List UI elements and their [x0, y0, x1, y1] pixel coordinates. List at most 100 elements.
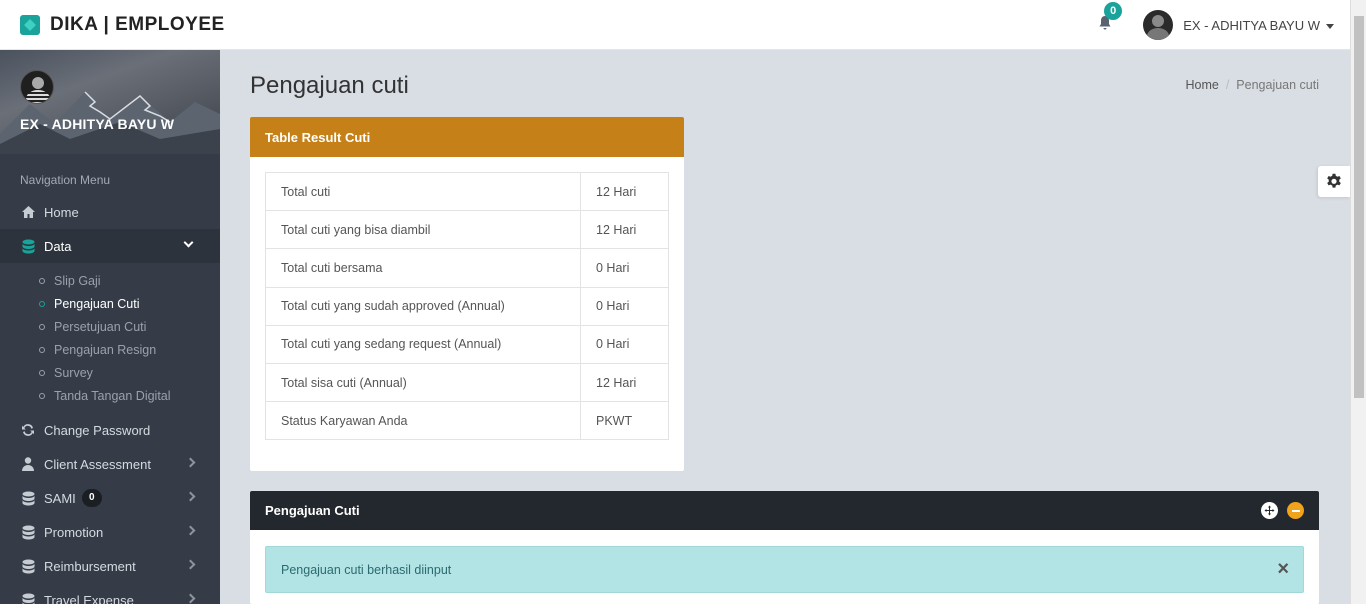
submenu-item-survey[interactable]: Survey — [0, 361, 220, 384]
submenu-label: Tanda Tangan Digital — [54, 388, 171, 403]
sidebar-item-change-password[interactable]: Change Password — [0, 413, 220, 447]
sidebar-item-home[interactable]: Home — [0, 195, 220, 229]
gear-icon — [1327, 173, 1341, 188]
row-label: Total sisa cuti (Annual) — [265, 362, 581, 403]
table-row: Total cuti bersama 0 Hari — [265, 248, 669, 288]
submenu-item-pengajuan-resign[interactable]: Pengajuan Resign — [0, 338, 220, 361]
row-label: Status Karyawan Anda — [265, 401, 581, 441]
database-icon — [20, 238, 36, 254]
header-right: 0 EX - ADHITYA BAYU W — [1097, 0, 1334, 50]
collapse-button[interactable] — [1287, 502, 1304, 519]
row-value: PKWT — [580, 401, 669, 441]
sidebar-item-data[interactable]: Data — [0, 229, 220, 263]
page-scrollbar[interactable] — [1350, 0, 1366, 604]
user-name: EX - ADHITYA BAYU W — [1183, 17, 1320, 33]
table-row: Total cuti yang sedang request (Annual) 0… — [265, 324, 669, 364]
sidebar-item-label: Reimbursement — [44, 558, 136, 574]
close-icon[interactable]: × — [1277, 559, 1289, 579]
database-icon — [20, 490, 36, 506]
pengajuan-cuti-card: Pengajuan Cuti Pengajuan cuti berhasil d… — [250, 491, 1319, 604]
profile-panel: EX - ADHITYA BAYU W — [0, 50, 220, 154]
submenu-label: Survey — [54, 365, 93, 380]
alert-message: Pengajuan cuti berhasil diinput — [281, 562, 452, 577]
row-label: Total cuti yang bisa diambil — [265, 210, 581, 250]
breadcrumb-current: Pengajuan cuti — [1236, 78, 1319, 92]
submenu-label: Pengajuan Resign — [54, 342, 157, 357]
table-row: Total sisa cuti (Annual) 12 Hari — [265, 362, 669, 403]
settings-button[interactable] — [1318, 166, 1350, 197]
home-icon — [20, 204, 36, 220]
sidebar-item-sami[interactable]: SAMI 0 — [0, 481, 220, 515]
chevron-down-icon — [183, 237, 194, 248]
chevron-right-icon — [185, 525, 196, 536]
profile-name: EX - ADHITYA BAYU W — [20, 116, 175, 132]
table-row: Total cuti 12 Hari — [265, 171, 669, 212]
user-avatar[interactable] — [1143, 10, 1174, 40]
chevron-right-icon — [185, 491, 196, 502]
sidebar-item-label: Promotion — [44, 524, 104, 540]
circle-icon — [39, 300, 45, 307]
database-icon — [20, 524, 36, 540]
refresh-icon — [20, 422, 36, 438]
row-label: Total cuti — [265, 171, 581, 212]
sidebar-item-label: Home — [44, 204, 79, 220]
chevron-right-icon — [185, 593, 196, 604]
sidebar-item-travel-expense[interactable]: Travel Expense — [0, 583, 220, 604]
sidebar-item-client-assessment[interactable]: Client Assessment — [0, 447, 220, 481]
sidebar-item-label: Client Assessment — [44, 456, 151, 472]
brand-logo-icon[interactable] — [20, 14, 40, 35]
result-card-title: Table Result Cuti — [250, 117, 684, 157]
submenu-label: Slip Gaji — [54, 273, 101, 288]
scrollbar-thumb[interactable] — [1354, 16, 1364, 398]
database-icon — [20, 558, 36, 574]
pengajuan-card-header: Pengajuan Cuti — [250, 491, 1319, 530]
row-value: 0 Hari — [580, 286, 669, 326]
sidebar-item-promotion[interactable]: Promotion — [0, 515, 220, 549]
sidebar-item-reimbursement[interactable]: Reimbursement — [0, 549, 220, 583]
submenu-item-slip-gaji[interactable]: Slip Gaji — [0, 269, 220, 292]
chevron-right-icon — [185, 457, 196, 468]
expand-button[interactable] — [1261, 502, 1278, 519]
data-submenu: Slip Gaji Pengajuan Cuti Persetujuan Cut… — [0, 263, 220, 413]
table-row: Total cuti yang bisa diambil 12 Hari — [265, 210, 669, 250]
submenu-item-tanda-tangan-digital[interactable]: Tanda Tangan Digital — [0, 384, 220, 407]
profile-avatar[interactable] — [20, 70, 54, 104]
notification-badge: 0 — [1104, 2, 1123, 20]
row-value: 0 Hari — [580, 248, 669, 288]
table-row: Status Karyawan Anda PKWT — [265, 401, 669, 441]
expand-icon — [1264, 505, 1275, 516]
table-row: Total cuti yang sudah approved (Annual) 0… — [265, 286, 669, 326]
sidebar: EX - ADHITYA BAYU W Navigation Menu Home… — [0, 50, 220, 604]
pengajuan-card-title: Pengajuan Cuti — [265, 503, 360, 518]
sidebar-item-label: Data — [44, 238, 72, 254]
sami-count-badge: 0 — [81, 489, 102, 507]
circle-icon — [39, 346, 45, 353]
page-title: Pengajuan cuti — [250, 72, 409, 99]
submenu-item-pengajuan-cuti[interactable]: Pengajuan Cuti — [0, 292, 220, 315]
success-alert: Pengajuan cuti berhasil diinput × — [265, 546, 1304, 593]
sidebar-item-label: Travel Expense — [44, 592, 134, 604]
circle-icon — [39, 323, 45, 330]
notification-button[interactable]: 0 — [1097, 2, 1123, 35]
database-icon — [20, 592, 36, 604]
row-value: 12 Hari — [580, 171, 669, 212]
row-value: 0 Hari — [580, 324, 669, 364]
submenu-label: Pengajuan Cuti — [54, 296, 140, 311]
caret-down-icon — [1326, 23, 1334, 29]
result-cuti-table: Total cuti 12 Hari Total cuti yang bisa d… — [265, 171, 669, 441]
breadcrumb: Home / Pengajuan cuti — [1185, 78, 1319, 92]
top-header: DIKA | EMPLOYEE 0 EX - ADHITYA BAYU W — [0, 0, 1350, 50]
submenu-label: Persetujuan Cuti — [54, 319, 147, 334]
row-label: Total cuti bersama — [265, 248, 581, 288]
row-value: 12 Hari — [580, 210, 669, 250]
user-menu[interactable]: EX - ADHITYA BAYU W — [1183, 18, 1334, 33]
chevron-right-icon — [185, 559, 196, 570]
submenu-item-persetujuan-cuti[interactable]: Persetujuan Cuti — [0, 315, 220, 338]
row-label: Total cuti yang sedang request (Annual) — [265, 324, 581, 364]
brand-title[interactable]: DIKA | EMPLOYEE — [50, 14, 225, 36]
breadcrumb-home-link[interactable]: Home — [1185, 78, 1218, 92]
breadcrumb-separator: / — [1225, 78, 1230, 92]
circle-icon — [39, 369, 45, 376]
user-icon — [20, 456, 36, 472]
row-value: 12 Hari — [580, 362, 669, 403]
